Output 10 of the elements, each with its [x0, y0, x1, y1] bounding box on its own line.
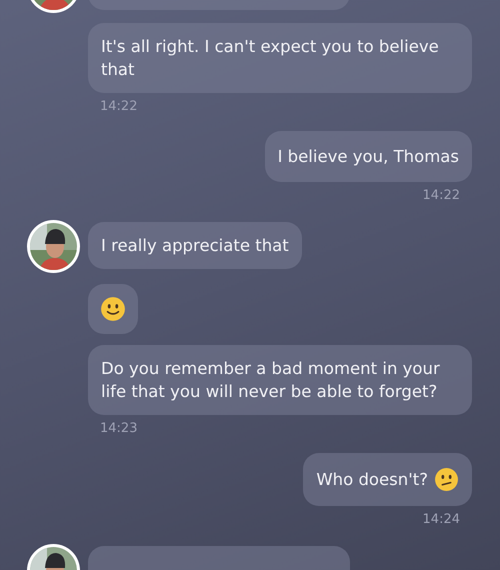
message-text: Do you remember a bad moment in your life that you will never be able to forget?	[101, 358, 441, 403]
message-text: I believe you, Thomas	[278, 146, 459, 168]
message-text: It's all right. I can't expect you to believe that	[101, 36, 440, 81]
message-time: 14:22	[422, 188, 461, 204]
message-text: I really appreciate that	[101, 235, 289, 257]
message-text: Who doesn't?	[316, 469, 428, 491]
message-time: 14:23	[99, 421, 138, 437]
message-time: 14:22	[99, 99, 138, 115]
message-time: 14:24	[422, 512, 461, 528]
smiley-icon	[100, 296, 126, 322]
